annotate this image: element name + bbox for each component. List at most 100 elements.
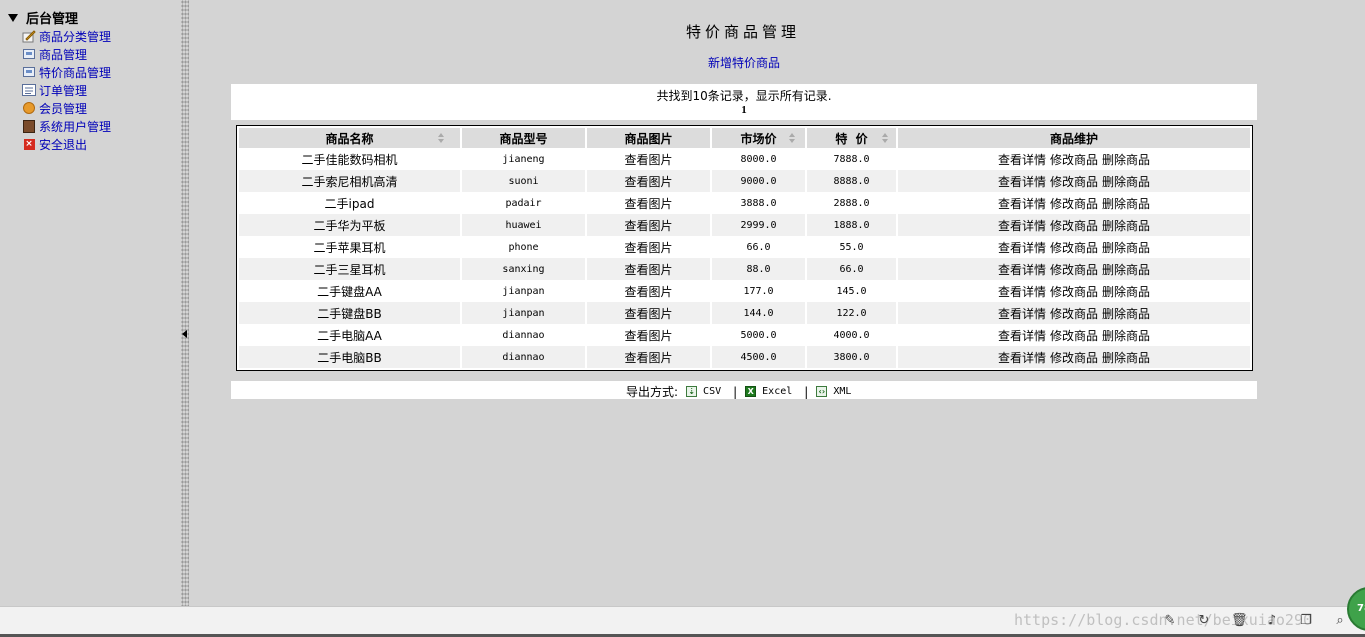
cell-image-link[interactable]: 查看图片	[586, 148, 712, 170]
pin-icon[interactable]: ✎	[1163, 614, 1177, 628]
view-detail-link[interactable]: 查看详情	[998, 175, 1046, 189]
column-header-market-price[interactable]: 市场价	[711, 128, 807, 148]
sidebar: 后台管理 商品分类管理 商品管理 特价商品管理 订单管理 会员管理 系统用户管理…	[0, 0, 180, 606]
column-header-special-price[interactable]: 特 价	[806, 128, 898, 148]
edit-product-link[interactable]: 修改商品	[1050, 175, 1098, 189]
edit-product-link[interactable]: 修改商品	[1050, 241, 1098, 255]
view-detail-link[interactable]: 查看详情	[998, 241, 1046, 255]
table-row: 二手三星耳机 sanxing 查看图片 88.0 66.0 查看详情 修改商品 删除商品	[239, 258, 1250, 280]
delete-product-link[interactable]: 删除商品	[1102, 329, 1150, 343]
window-icon	[22, 65, 36, 79]
delete-product-link[interactable]: 删除商品	[1102, 197, 1150, 211]
sidebar-item-members[interactable]: 会员管理	[22, 99, 111, 117]
rotate-icon[interactable]: ↻	[1197, 614, 1211, 628]
export-xml-link[interactable]: ‹› XML	[816, 386, 851, 397]
view-detail-link[interactable]: 查看详情	[998, 285, 1046, 299]
delete-product-link[interactable]: 删除商品	[1102, 285, 1150, 299]
logout-icon: ×	[23, 138, 35, 150]
column-header-name[interactable]: 商品名称	[239, 128, 462, 148]
cell-image-link[interactable]: 查看图片	[586, 280, 712, 302]
sidebar-item-special-products[interactable]: 特价商品管理	[22, 63, 111, 81]
edit-product-link[interactable]: 修改商品	[1050, 197, 1098, 211]
column-header-maintenance: 商品维护	[897, 128, 1250, 148]
edit-product-link[interactable]: 修改商品	[1050, 219, 1098, 233]
export-csv-link[interactable]: ⇣ CSV	[686, 386, 721, 397]
cell-model: sanxing	[461, 258, 587, 280]
cell-image-link[interactable]: 查看图片	[586, 214, 712, 236]
view-detail-link[interactable]: 查看详情	[998, 153, 1046, 167]
edit-product-link[interactable]: 修改商品	[1050, 307, 1098, 321]
add-special-product-link[interactable]: 新增特价商品	[708, 54, 780, 71]
window-icon[interactable]: ❐	[1299, 614, 1313, 628]
cell-market-price: 9000.0	[711, 170, 807, 192]
cell-name: 二手华为平板	[239, 214, 462, 236]
view-detail-link[interactable]: 查看详情	[998, 307, 1046, 321]
edit-product-link[interactable]: 修改商品	[1050, 285, 1098, 299]
export-band: 导出方式: ⇣ CSV | X Excel | ‹› XML	[231, 381, 1257, 399]
cell-name: 二手佳能数码相机	[239, 148, 462, 170]
edit-product-link[interactable]: 修改商品	[1050, 263, 1098, 277]
sort-icon[interactable]	[882, 133, 888, 143]
cell-special-price: 3800.0	[806, 346, 898, 368]
cell-model: phone	[461, 236, 587, 258]
cell-image-link[interactable]: 查看图片	[586, 258, 712, 280]
cell-model: jianpan	[461, 302, 587, 324]
cell-special-price: 8888.0	[806, 170, 898, 192]
cell-actions: 查看详情 修改商品 删除商品	[897, 302, 1250, 324]
cell-name: 二手键盘AA	[239, 280, 462, 302]
splitter-handle[interactable]	[181, 0, 189, 606]
edit-product-link[interactable]: 修改商品	[1050, 153, 1098, 167]
edit-product-link[interactable]: 修改商品	[1050, 351, 1098, 365]
delete-product-link[interactable]: 删除商品	[1102, 307, 1150, 321]
sidebar-item-products[interactable]: 商品管理	[22, 45, 111, 63]
products-table: 商品名称 商品型号 商品图片 市场价 特 价 商品维护 二手佳能数码相机 jian…	[239, 128, 1250, 368]
sidebar-item-label: 特价商品管理	[39, 65, 112, 80]
delete-product-link[interactable]: 删除商品	[1102, 351, 1150, 365]
delete-product-link[interactable]: 删除商品	[1102, 175, 1150, 189]
cell-actions: 查看详情 修改商品 删除商品	[897, 258, 1250, 280]
cell-image-link[interactable]: 查看图片	[586, 192, 712, 214]
cell-market-price: 2999.0	[711, 214, 807, 236]
delete-product-link[interactable]: 删除商品	[1102, 153, 1150, 167]
table-row: 二手ipad padair 查看图片 3888.0 2888.0 查看详情 修改商品 删除商品	[239, 192, 1250, 214]
cell-market-price: 177.0	[711, 280, 807, 302]
cell-special-price: 2888.0	[806, 192, 898, 214]
cell-special-price: 66.0	[806, 258, 898, 280]
column-header-model: 商品型号	[461, 128, 587, 148]
trash-icon[interactable]: 🗑	[1231, 614, 1248, 628]
edit-product-link[interactable]: 修改商品	[1050, 329, 1098, 343]
cell-image-link[interactable]: 查看图片	[586, 302, 712, 324]
delete-product-link[interactable]: 删除商品	[1102, 263, 1150, 277]
volume-icon[interactable]: ♪	[1265, 614, 1279, 628]
cell-special-price: 145.0	[806, 280, 898, 302]
sidebar-menu: 商品分类管理 商品管理 特价商品管理 订单管理 会员管理 系统用户管理 × 安全…	[22, 27, 111, 153]
cell-image-link[interactable]: 查看图片	[586, 346, 712, 368]
window-icon	[22, 47, 36, 61]
bottom-toolbar: https://blog.csdn.net/beixuiao290 ✎ ↻ 🗑 …	[0, 606, 1365, 637]
view-detail-link[interactable]: 查看详情	[998, 329, 1046, 343]
sidebar-item-label: 安全退出	[39, 137, 88, 152]
table-header-row: 商品名称 商品型号 商品图片 市场价 特 价 商品维护	[239, 128, 1250, 148]
collapse-arrow-icon[interactable]	[182, 330, 187, 338]
export-excel-link[interactable]: X Excel	[745, 386, 792, 397]
xml-icon: ‹›	[816, 386, 828, 397]
cell-name: 二手ipad	[239, 192, 462, 214]
cell-image-link[interactable]: 查看图片	[586, 170, 712, 192]
view-detail-link[interactable]: 查看详情	[998, 351, 1046, 365]
page-number-link[interactable]: 1	[231, 104, 1257, 116]
delete-product-link[interactable]: 删除商品	[1102, 219, 1150, 233]
cell-image-link[interactable]: 查看图片	[586, 324, 712, 346]
view-detail-link[interactable]: 查看详情	[998, 263, 1046, 277]
sort-icon[interactable]	[789, 133, 795, 143]
view-detail-link[interactable]: 查看详情	[998, 197, 1046, 211]
sidebar-item-logout[interactable]: × 安全退出	[22, 135, 111, 153]
sort-icon[interactable]	[438, 133, 444, 143]
page-title: 特价商品管理	[685, 23, 800, 41]
products-table-container: 商品名称 商品型号 商品图片 市场价 特 价 商品维护 二手佳能数码相机 jian…	[236, 125, 1253, 371]
sidebar-item-orders[interactable]: 订单管理	[22, 81, 111, 99]
sidebar-item-system-users[interactable]: 系统用户管理	[22, 117, 111, 135]
delete-product-link[interactable]: 删除商品	[1102, 241, 1150, 255]
cell-image-link[interactable]: 查看图片	[586, 236, 712, 258]
search-icon[interactable]: ⌕	[1333, 614, 1347, 628]
view-detail-link[interactable]: 查看详情	[998, 219, 1046, 233]
